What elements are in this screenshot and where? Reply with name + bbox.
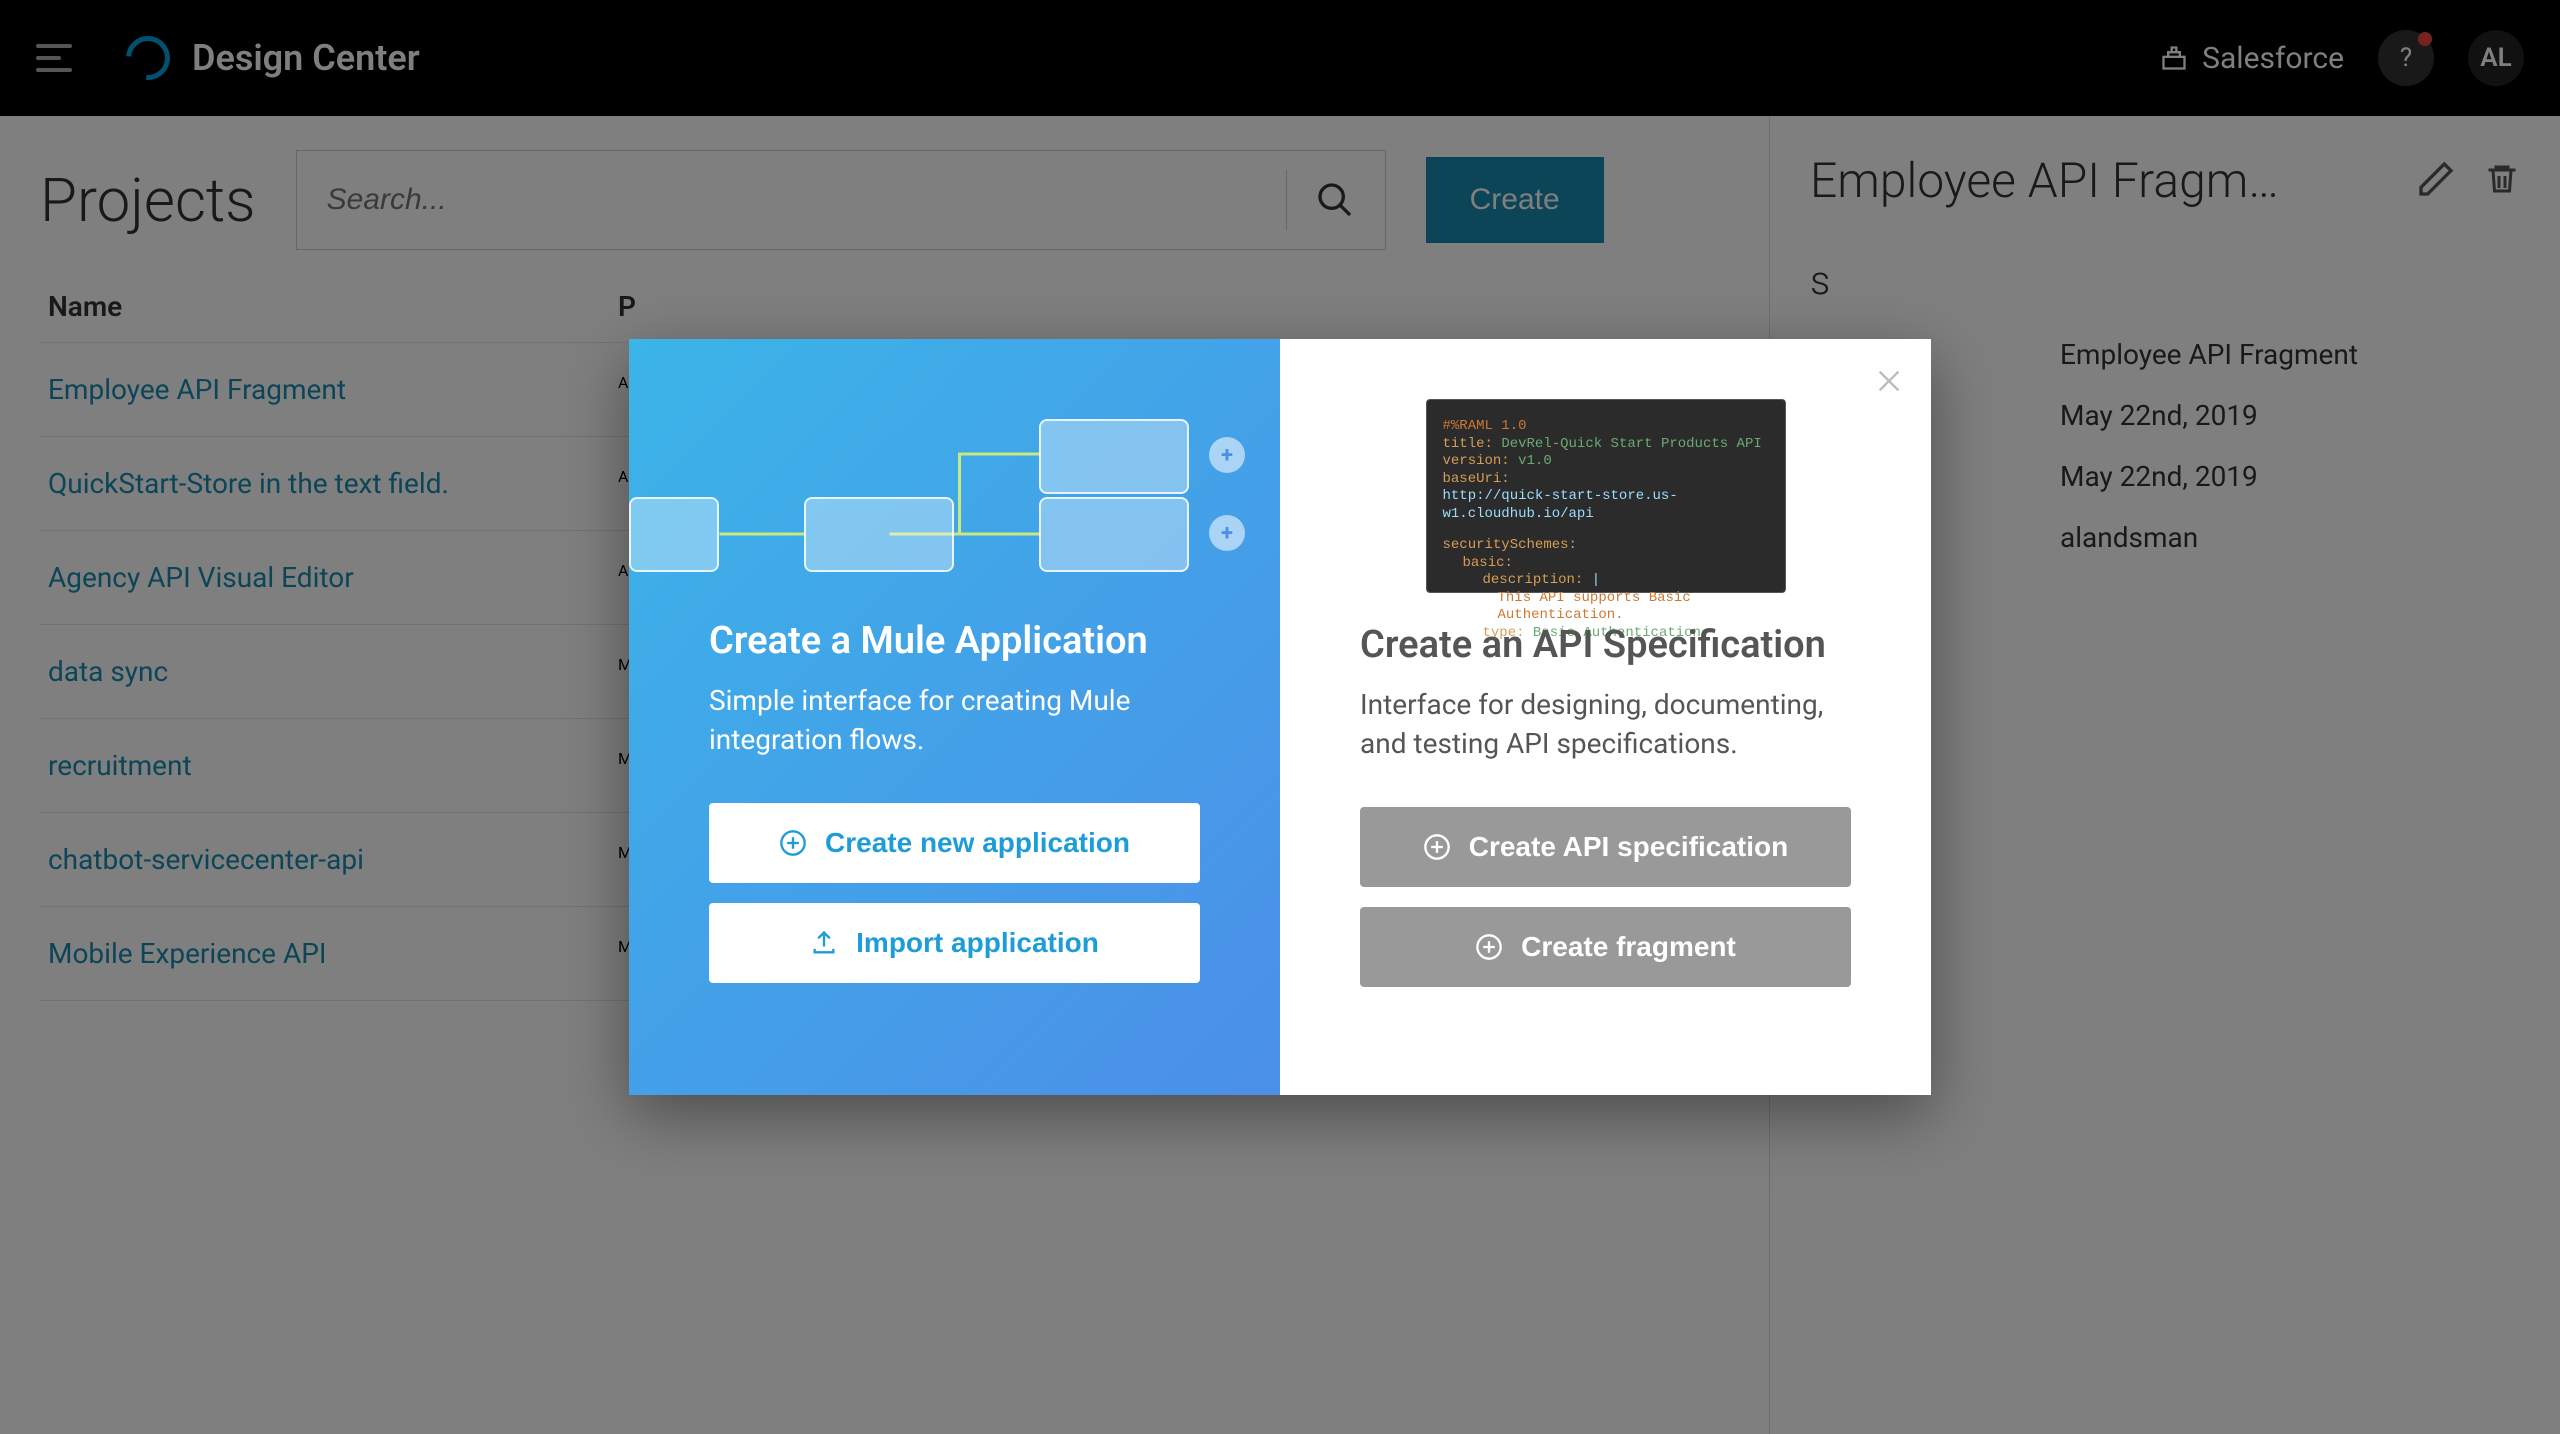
mule-desc: Simple interface for creating Mule integ… <box>709 681 1200 759</box>
plus-circle-icon <box>779 829 807 857</box>
api-spec-desc: Interface for designing, documenting, an… <box>1360 685 1851 763</box>
close-icon[interactable] <box>1875 367 1903 399</box>
plus-icon: + <box>1209 437 1245 473</box>
create-modal: + + Create a Mule Application Simple int… <box>629 339 1931 1095</box>
create-fragment-button[interactable]: Create fragment <box>1360 907 1851 987</box>
code-preview: #%RAML 1.0 title: DevRel-Quick Start Pro… <box>1426 399 1786 593</box>
upload-icon <box>810 929 838 957</box>
create-api-spec-button[interactable]: Create API specification <box>1360 807 1851 887</box>
import-app-button[interactable]: Import application <box>709 903 1200 983</box>
plus-icon: + <box>1209 515 1245 551</box>
plus-circle-icon <box>1423 833 1451 861</box>
create-new-app-button[interactable]: Create new application <box>709 803 1200 883</box>
modal-overlay: + + Create a Mule Application Simple int… <box>0 0 2560 1434</box>
modal-mule-app: + + Create a Mule Application Simple int… <box>629 339 1280 1095</box>
flow-diagram: + + <box>629 379 1280 589</box>
modal-api-spec: #%RAML 1.0 title: DevRel-Quick Start Pro… <box>1280 339 1931 1095</box>
api-spec-title: Create an API Specification <box>1360 623 1851 667</box>
mule-title: Create a Mule Application <box>709 619 1200 663</box>
plus-circle-icon <box>1475 933 1503 961</box>
